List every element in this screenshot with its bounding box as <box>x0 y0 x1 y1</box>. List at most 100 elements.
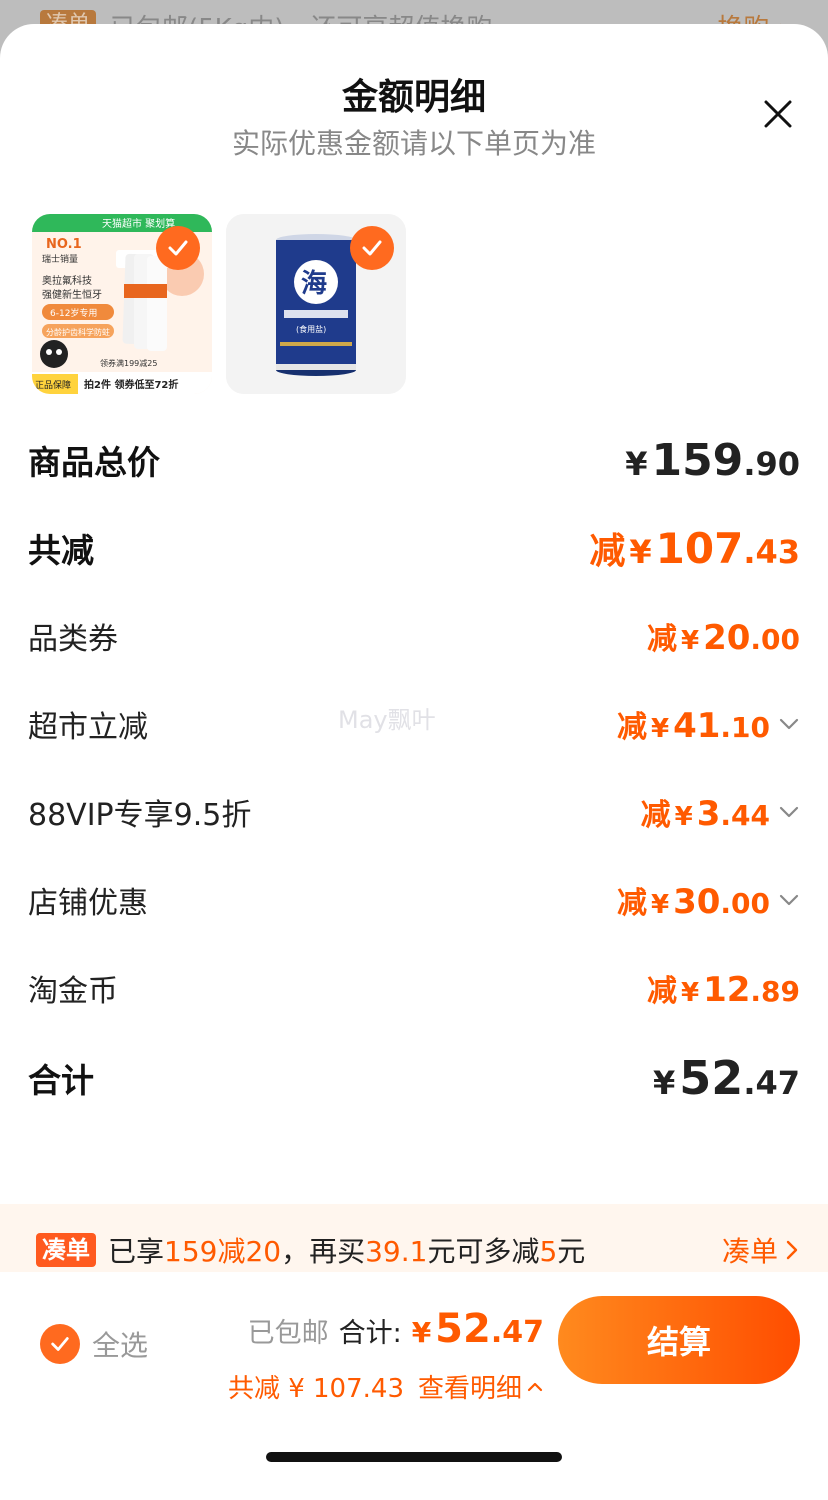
promo-highlight: 159减20 <box>164 1235 282 1268</box>
row-coins-discount: 淘金币 减 ¥ 12 .89 <box>28 958 800 1018</box>
product-age-text: 6-12岁专用 <box>50 307 97 319</box>
amount-decimal: .90 <box>743 444 800 483</box>
select-all-checkbox[interactable] <box>40 1324 80 1364</box>
yen-sign: ¥ <box>653 1064 676 1102</box>
product-feature-1: 奥拉氟科技 <box>42 274 92 287</box>
amount-decimal: .47 <box>743 1064 800 1102</box>
sum-label: 合计 <box>28 1061 94 1100</box>
row-category-coupon: 品类券 减 ¥ 20 .00 <box>28 606 800 666</box>
yen-sign: ¥ <box>629 533 652 571</box>
amount-integer: 52 <box>679 1051 744 1105</box>
close-icon <box>764 100 792 128</box>
bottom-total-amount: ¥ 52 .47 <box>408 1306 544 1352</box>
amount-integer: 52 <box>435 1306 491 1352</box>
row-total-price: 商品总价 ¥ 159 .90 <box>28 430 800 490</box>
row-store-discount[interactable]: 店铺优惠 减 ¥ 30 .00 <box>28 870 800 930</box>
chevron-right-icon <box>786 1240 798 1260</box>
total-discount-label: 共减 <box>28 531 94 570</box>
supermarket-discount-label: 超市立减 <box>28 710 148 745</box>
row-total-discount: 共减 减 ¥ 107 .43 <box>28 518 800 578</box>
vip-discount-amount: 减 ¥ 3 .44 <box>641 790 800 834</box>
promo-text-part: ，再买 <box>281 1235 366 1268</box>
product-tagline: 分龄护齿科学防蛀 <box>46 327 110 337</box>
promo-link-label: 凑单 <box>721 1235 778 1268</box>
amount-integer: 20 <box>703 618 751 658</box>
amount-integer: 107 <box>655 524 744 573</box>
store-discount-amount: 减 ¥ 30 .00 <box>617 878 800 922</box>
discount-prefix: 减 <box>589 531 626 572</box>
product-guarantee: 正品保障 <box>35 379 71 391</box>
product-banner-text: 天猫超市 聚划算 <box>102 217 175 230</box>
supermarket-discount-amount: 减 ¥ 41 .10 <box>617 702 800 746</box>
promo-highlight: 5 <box>539 1235 558 1268</box>
amount-integer: 30 <box>673 882 721 922</box>
total-discount-amount: 减 ¥ 107 .43 <box>589 522 800 574</box>
row-vip-discount[interactable]: 88VIP专享9.5折 减 ¥ 3 .44 <box>28 782 800 842</box>
yen-sign: ¥ <box>650 890 670 920</box>
product-feature-2: 强健新生恒牙 <box>42 288 102 301</box>
total-price-label: 商品总价 <box>28 443 160 482</box>
amount-decimal: .00 <box>750 623 800 656</box>
bottom-total: 已包邮 合计: ¥ 52 .47 <box>248 1306 544 1352</box>
yen-sign: ¥ <box>680 626 700 656</box>
yen-sign: ¥ <box>625 444 648 483</box>
check-icon <box>168 240 188 256</box>
sheet-title: 金额明细 <box>341 77 486 118</box>
product-thumbnail[interactable]: 海 (食用盐) <box>226 214 406 394</box>
amount-integer: 3 <box>696 794 721 834</box>
product-rank-text: NO.1 <box>46 237 82 252</box>
product-selected-checkmark[interactable] <box>156 226 200 270</box>
discount-prefix: 减 <box>646 622 677 657</box>
promo-badge: 凑单 <box>36 1233 96 1267</box>
product-deal-text: 拍2件 领券低至72折 <box>84 378 178 391</box>
yen-sign: ¥ <box>650 714 670 744</box>
store-discount-label: 店铺优惠 <box>28 886 148 921</box>
checkout-bar: 全选 已包邮 合计: ¥ 52 .47 共减 ¥ 107.43 查看明细 结算 <box>0 1272 828 1476</box>
bottom-discount-text: 共减 ¥ 107.43 <box>227 1374 404 1404</box>
amount-decimal: .10 <box>720 711 770 744</box>
promo-text: 已享159减20，再买39.1元可多减5元 <box>108 1230 585 1270</box>
amount-integer: 41 <box>673 706 721 746</box>
view-details-toggle[interactable]: 共减 ¥ 107.43 查看明细 <box>228 1368 544 1405</box>
jar-label-text: 海 <box>301 269 327 299</box>
yen-sign: ¥ <box>411 1316 432 1349</box>
promo-text-part: 元可多减 <box>427 1235 540 1268</box>
discount-prefix: 减 <box>646 974 677 1009</box>
chevron-down-icon[interactable] <box>778 717 800 731</box>
product-thumbnail[interactable]: 天猫超市 聚划算 NO.1 瑞士销量 奥拉氟科技 强健新生恒牙 6-12岁专用 … <box>32 214 212 394</box>
home-indicator <box>266 1452 562 1462</box>
category-coupon-amount: 减 ¥ 20 .00 <box>647 614 800 658</box>
row-sum: 合计 ¥ 52 .47 <box>28 1048 800 1108</box>
check-icon <box>362 240 382 256</box>
yen-sign: ¥ <box>680 978 700 1008</box>
checkout-button[interactable]: 结算 <box>558 1296 800 1384</box>
yen-sign: ¥ <box>674 802 693 832</box>
sum-amount: ¥ 52 .47 <box>649 1051 800 1105</box>
select-all-toggle[interactable]: 全选 <box>40 1324 148 1364</box>
chevron-down-icon[interactable] <box>778 893 800 907</box>
amount-detail-sheet: 金额明细 实际优惠金额请以下单页为准 天猫超市 聚划算 NO.1 瑞士销量 奥拉… <box>0 24 828 1500</box>
sheet-subtitle: 实际优惠金额请以下单页为准 <box>231 127 596 160</box>
promo-text-part: 已享 <box>108 1235 165 1268</box>
amount-decimal: .47 <box>490 1315 544 1350</box>
amount-decimal: .00 <box>720 887 770 920</box>
discount-prefix: 减 <box>616 886 647 921</box>
coins-discount-label: 淘金币 <box>28 974 118 1009</box>
product-rank-sub: 瑞士销量 <box>42 253 78 265</box>
view-details-label: 查看明细 <box>417 1374 522 1404</box>
chevron-down-icon[interactable] <box>778 805 800 819</box>
amount-decimal: .43 <box>743 533 800 571</box>
watermark: May飘叶 <box>338 706 436 734</box>
close-button[interactable] <box>758 94 798 134</box>
amount-decimal: .89 <box>750 975 800 1008</box>
jar-sub-text: (食用盐) <box>296 324 326 334</box>
check-icon <box>51 1337 69 1351</box>
promo-link-button[interactable]: 凑单 <box>722 1230 800 1270</box>
category-coupon-label: 品类券 <box>28 622 118 657</box>
promo-text-part: 元 <box>557 1235 586 1268</box>
vip-discount-label: 88VIP专享9.5折 <box>28 798 252 833</box>
chevron-up-icon <box>527 1382 543 1391</box>
product-coupon-text: 领券满199减25 <box>100 358 157 368</box>
product-selected-checkmark[interactable] <box>350 226 394 270</box>
discount-prefix: 减 <box>616 710 647 745</box>
